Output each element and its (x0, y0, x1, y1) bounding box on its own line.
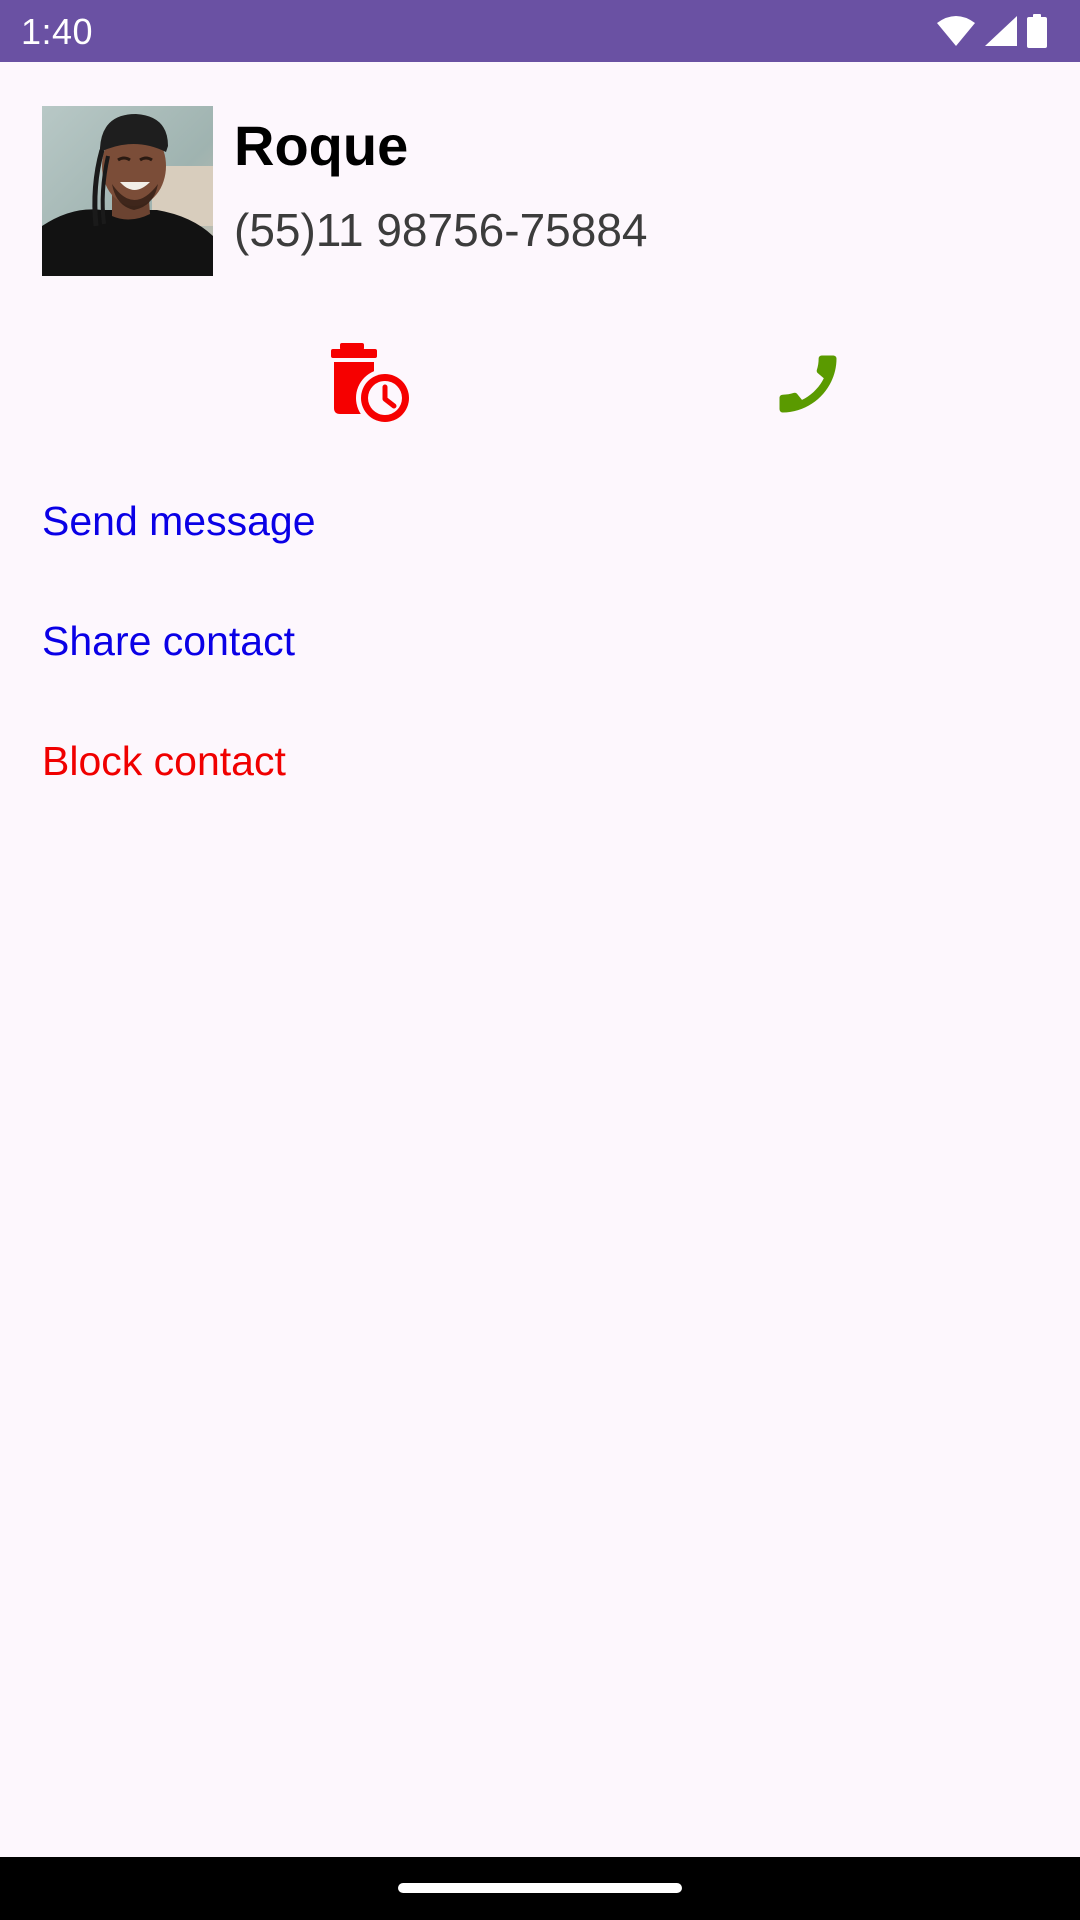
home-handle[interactable] (398, 1883, 682, 1893)
phone-icon (770, 346, 846, 422)
delete-clock-icon (326, 338, 418, 430)
call-button[interactable] (770, 346, 846, 422)
block-contact-link[interactable]: Block contact (42, 733, 286, 789)
contact-name: Roque (234, 114, 409, 177)
navigation-bar (0, 1857, 1080, 1920)
send-message-link[interactable]: Send message (42, 493, 316, 549)
cell-signal-icon (984, 15, 1018, 47)
battery-icon (1026, 14, 1048, 48)
wifi-icon (936, 15, 976, 47)
delete-later-button[interactable] (326, 338, 418, 430)
status-time: 1:40 (21, 11, 94, 52)
contact-phone: (55)11 98756-75884 (234, 204, 648, 256)
status-icons (936, 14, 1048, 48)
contact-avatar (42, 106, 213, 276)
status-bar: 1:40 (0, 0, 1080, 62)
share-contact-link[interactable]: Share contact (42, 613, 295, 669)
